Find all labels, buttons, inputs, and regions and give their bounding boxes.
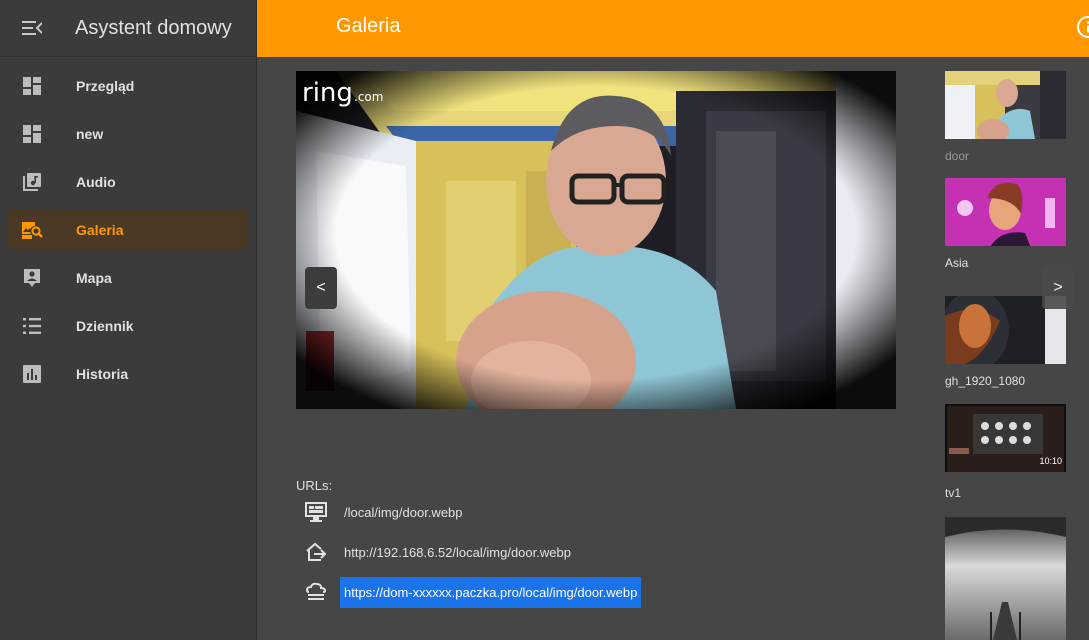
dashboard-icon bbox=[23, 125, 41, 143]
gallery-main-image[interactable]: ring .com bbox=[296, 71, 896, 409]
thumbnail-caption: door bbox=[945, 149, 970, 163]
ring-watermark-suffix: .com bbox=[354, 90, 383, 104]
sidebar-item-label: new bbox=[76, 126, 104, 142]
sidebar-item-dziennik[interactable]: Dziennik bbox=[8, 306, 247, 346]
thumbnail-caption: gh_1920_1080 bbox=[945, 374, 1026, 388]
thumbnail-door[interactable]: door bbox=[945, 71, 1066, 163]
next-image-button[interactable]: > bbox=[1042, 267, 1074, 309]
thumbnail-image bbox=[945, 178, 1066, 246]
sidebar-item-label: Audio bbox=[76, 174, 116, 190]
sidebar-item-label: Dziennik bbox=[76, 318, 134, 334]
url-text-selected[interactable]: https://dom-xxxxxx.paczka.pro/local/img/… bbox=[340, 576, 642, 608]
urls-label: URLs: bbox=[296, 478, 333, 493]
thumbnail-pier[interactable] bbox=[945, 517, 1066, 640]
url-row-local[interactable]: /local/img/door.webp bbox=[304, 494, 467, 530]
music-library-icon bbox=[23, 173, 41, 191]
url-text[interactable]: http://192.168.6.52/local/img/door.webp bbox=[340, 537, 575, 568]
map-account-icon bbox=[24, 269, 40, 287]
thumbnail-image bbox=[945, 517, 1066, 640]
menu-open-icon bbox=[22, 21, 42, 35]
previous-image-button[interactable]: < bbox=[305, 267, 337, 309]
sidebar-item-przeglad[interactable]: Przegląd bbox=[8, 66, 247, 106]
url-text[interactable]: /local/img/door.webp bbox=[340, 497, 467, 528]
url-row-lan[interactable]: http://192.168.6.52/local/img/door.webp bbox=[304, 534, 575, 570]
thumbnail-image bbox=[945, 71, 1066, 139]
doorbell-camera-image: ring .com bbox=[296, 71, 896, 409]
image-search-icon bbox=[22, 222, 43, 239]
thumbnail-image: 10:10 bbox=[945, 404, 1066, 472]
sidebar-item-new[interactable]: new bbox=[8, 114, 247, 154]
thumbnail-scroll-area bbox=[1066, 57, 1089, 640]
page-title: Galeria bbox=[336, 15, 401, 37]
thumbnail-caption: tv1 bbox=[945, 486, 962, 500]
list-icon bbox=[23, 318, 41, 334]
cloud-icon bbox=[305, 582, 327, 600]
thumbnail-gh[interactable]: gh_1920_1080 bbox=[945, 296, 1066, 388]
thumbnail-clock: 10:10 bbox=[1039, 456, 1062, 466]
thumbnail-tv1[interactable]: 10:10 tv1 bbox=[945, 404, 1066, 500]
sidebar-list: Przegląd new Audio Galeria Mapa Dziennik… bbox=[0, 57, 256, 394]
menu-toggle-button[interactable] bbox=[0, 0, 64, 57]
sidebar-item-audio[interactable]: Audio bbox=[8, 162, 247, 202]
sidebar-item-label: Przegląd bbox=[76, 78, 135, 94]
sidebar-item-label: Mapa bbox=[76, 270, 112, 286]
home-export-icon bbox=[306, 542, 327, 561]
sidebar-item-historia[interactable]: Historia bbox=[8, 354, 247, 394]
sidebar-header: Asystent domowy bbox=[0, 0, 256, 57]
sidebar-item-mapa[interactable]: Mapa bbox=[8, 258, 247, 298]
sidebar-item-galeria[interactable]: Galeria bbox=[8, 210, 247, 250]
app-title: Asystent domowy bbox=[75, 16, 232, 39]
info-icon[interactable] bbox=[1075, 14, 1089, 40]
sidebar-item-label: Historia bbox=[76, 366, 129, 382]
ring-watermark: ring bbox=[302, 78, 353, 108]
sidebar-item-label: Galeria bbox=[76, 222, 124, 238]
url-row-cloud[interactable]: https://dom-xxxxxx.paczka.pro/local/img/… bbox=[304, 574, 642, 610]
thumbnail-asia[interactable]: Asia bbox=[945, 178, 1066, 270]
sidebar: Asystent domowy Przegląd new Audio Galer… bbox=[0, 0, 257, 640]
dashboard-icon bbox=[23, 77, 41, 95]
top-app-bar: Galeria bbox=[257, 0, 1089, 57]
monitor-icon bbox=[305, 502, 327, 522]
chart-bar-icon bbox=[23, 365, 41, 383]
